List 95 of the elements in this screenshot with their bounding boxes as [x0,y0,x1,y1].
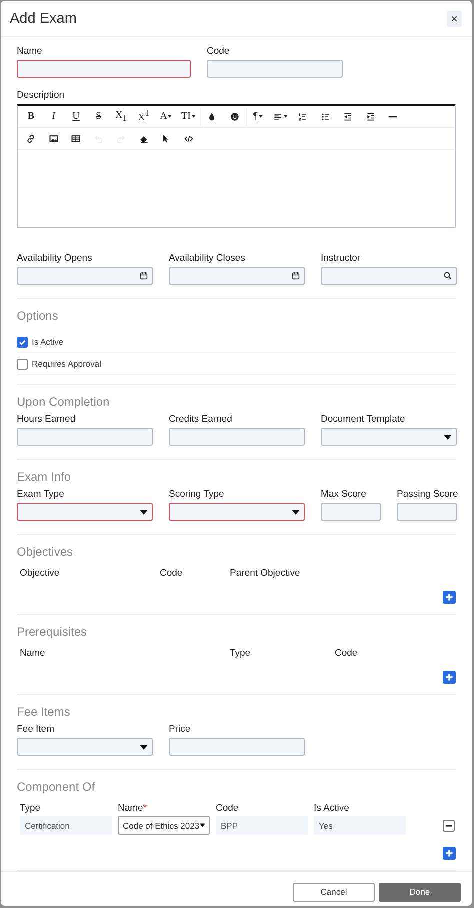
plus-icon [444,592,455,603]
checkbox-label: Is Active [32,337,64,347]
section-title: Exam Info [17,470,72,484]
field-label: Hours Earned [17,414,77,425]
text-field[interactable] [397,503,457,521]
field-label: Scoring Type [169,489,226,500]
field-label: Exam Type [17,489,66,500]
dropdown-field[interactable] [169,503,305,521]
plus-icon [444,848,455,859]
field-label: Code [207,46,231,57]
caret-icon [292,510,300,514]
underline-tool-button[interactable]: U [65,108,88,126]
text-tool-button[interactable]: TI [178,108,200,126]
search-icon [444,272,452,280]
text-field[interactable] [169,428,305,446]
text-tool-button[interactable]: ¶ [247,108,270,126]
dropdown-field[interactable]: Code of Ethics 2023 [118,816,210,835]
section-title: Fee Items [17,705,72,719]
close-button[interactable]: × [447,10,462,26]
section-title: Component Of [17,780,96,794]
checkbox-label: Requires Approval [32,359,102,369]
caret-icon [140,510,148,514]
text-tool-button[interactable]: A [155,108,178,126]
bullet-list-icon [320,112,331,122]
column-header: Type [20,803,42,814]
align-icon [273,112,284,122]
text-tool-button[interactable]: X$_{1}$ [110,108,132,126]
outdent-icon [343,112,354,122]
text-tool-button[interactable]: X$^{1}$ [132,108,155,126]
remove-row-button[interactable] [443,820,455,832]
indent-icon [366,112,376,122]
dropdown-field[interactable] [17,503,153,521]
field-label: Availability Closes [169,253,246,264]
column-header: Parent Objective [230,568,302,579]
field-label: Max Score [321,489,368,500]
cancel-button[interactable]: Cancel [293,882,375,902]
calendar-icon [140,272,148,280]
strike-tool-button[interactable]: S [88,108,110,126]
italic-tool-button[interactable]: I [42,108,65,126]
column-header: Type [230,648,252,659]
field-label: Name [17,46,44,57]
column-header: Code [160,568,184,579]
column-header: Name [20,648,46,659]
date-field[interactable] [169,267,305,285]
calendar-icon [292,272,300,280]
field-label: Credits Earned [169,414,234,425]
section-title: Options [17,309,60,323]
column-header: Name* [118,803,148,814]
add-button[interactable] [443,591,456,604]
caret-icon [444,434,452,440]
field-label: Instructor [321,253,362,264]
cursor-icon [161,134,172,144]
dropdown-field[interactable] [321,428,457,446]
text-field[interactable] [207,60,343,78]
column-header: Code [216,803,240,814]
done-button[interactable]: Done [379,882,461,902]
numbered-list-icon [298,112,308,122]
bold-tool-button[interactable]: B [20,108,42,126]
search-field[interactable] [321,267,457,285]
image-icon [48,134,59,144]
field-label: Passing Score [397,489,457,500]
link-icon [26,134,36,144]
date-field[interactable] [17,267,153,285]
text-field[interactable] [321,503,381,521]
dialog-title: Add Exam [10,10,77,26]
code-icon [184,134,194,144]
section-title: Upon Completion [17,395,111,409]
caret-icon [200,823,205,828]
column-header: Is Active [314,803,350,814]
drop-icon [207,112,218,122]
field-label: Fee Item [17,724,56,735]
add-button[interactable] [443,671,456,684]
smiley-icon [230,112,240,122]
field-label: Price [169,724,192,735]
table-icon [71,134,82,144]
checkbox[interactable] [17,358,28,370]
table-cell: Certification [20,816,112,835]
section-title: Objectives [17,545,74,559]
table-cell: Yes [314,816,406,835]
add-button[interactable] [443,847,456,860]
text-field[interactable] [17,60,191,78]
text-field[interactable] [17,428,153,446]
table-cell: BPP [216,816,308,835]
eraser-icon [138,134,149,144]
field-label: Description [17,90,66,101]
checkbox[interactable] [17,336,28,348]
text-field[interactable] [169,738,305,756]
field-label: Availability Opens [17,253,94,264]
caret-icon [140,744,148,750]
field-label: Document Template [321,414,406,425]
section-title: Prerequisites [17,625,88,639]
column-header: Code [335,648,359,659]
column-header: Objective [20,568,61,579]
plus-icon [444,672,455,683]
dropdown-field[interactable] [17,738,153,756]
